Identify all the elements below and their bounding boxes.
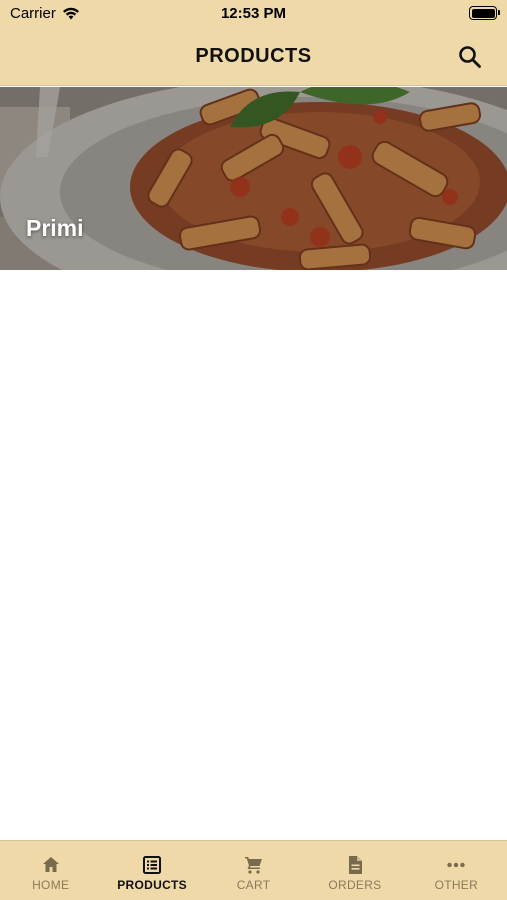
home-icon: [42, 857, 59, 872]
tab-label: HOME: [32, 878, 70, 892]
tab-home[interactable]: HOME: [0, 841, 101, 900]
tab-orders[interactable]: ORDERS: [304, 841, 405, 900]
tab-label: ORDERS: [328, 878, 382, 892]
search-button[interactable]: [457, 44, 483, 70]
page-title: PRODUCTS: [195, 45, 312, 67]
category-label: Primi: [26, 215, 84, 241]
document-icon: [348, 856, 362, 874]
battery-icon: [469, 6, 500, 20]
tab-label: PRODUCTS: [117, 878, 187, 892]
tab-other[interactable]: OTHER: [406, 841, 507, 900]
tab-bar: HOME PRODUCTS CART ORDERS OTHER: [0, 840, 507, 900]
search-icon: [459, 46, 481, 68]
category-image: [0, 87, 507, 270]
more-icon: [447, 862, 466, 868]
navigation-bar: PRODUCTS: [0, 28, 507, 86]
tab-products[interactable]: PRODUCTS: [101, 841, 202, 900]
tab-cart[interactable]: CART: [203, 841, 304, 900]
status-time: 12:53 PM: [220, 5, 287, 22]
tab-label: CART: [236, 878, 271, 892]
status-bar: Carrier 12:53 PM: [0, 0, 507, 28]
cart-icon: [244, 857, 262, 874]
tab-label: OTHER: [434, 878, 479, 892]
category-card-primi[interactable]: Primi: [0, 87, 507, 270]
list-icon: [143, 856, 162, 874]
